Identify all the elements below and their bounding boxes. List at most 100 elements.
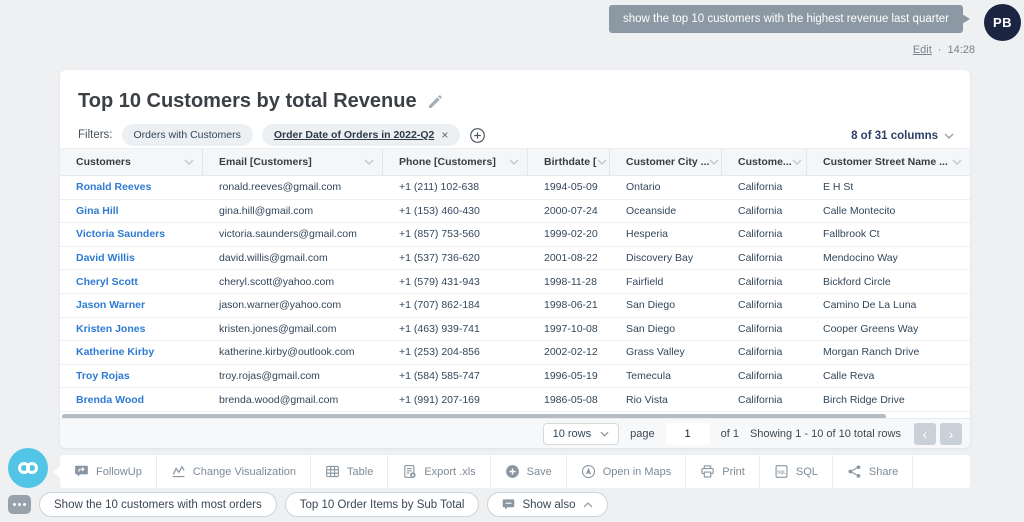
action-toolbar: FollowUp Change Visualization Table Export … bbox=[53, 455, 970, 488]
table-cell: California bbox=[738, 299, 783, 312]
page-of-label: of 1 bbox=[720, 427, 739, 440]
sql-button[interactable]: SQL SQL bbox=[760, 455, 833, 488]
export-icon bbox=[402, 464, 417, 479]
customer-link[interactable]: Ronald Reeves bbox=[76, 181, 151, 193]
chat-dots-icon[interactable] bbox=[8, 495, 31, 514]
chevron-down-icon[interactable] bbox=[596, 159, 607, 165]
table-body: Ronald Reeves ronald.reeves@gmail.com +1 (… bbox=[60, 176, 970, 412]
show-also-button[interactable]: Show also bbox=[487, 492, 608, 517]
table-cell: 2000-07-24 bbox=[544, 204, 598, 217]
remove-filter-icon[interactable]: × bbox=[441, 129, 448, 141]
table-row: Brenda Wood brenda.wood@gmail.com +1 (991)… bbox=[60, 388, 970, 412]
page-number-input[interactable] bbox=[665, 422, 710, 445]
toolbar-label: Print bbox=[722, 465, 745, 478]
filters-label: Filters: bbox=[78, 129, 113, 141]
chevron-down-icon[interactable] bbox=[952, 159, 962, 165]
table-cell: San Diego bbox=[626, 322, 676, 335]
print-button[interactable]: Print bbox=[686, 455, 760, 488]
share-icon bbox=[847, 464, 862, 479]
followup-button[interactable]: FollowUp bbox=[60, 455, 157, 488]
table-cell: E H St bbox=[823, 181, 854, 194]
table-row: Kristen Jones kristen.jones@gmail.com +1 (… bbox=[60, 318, 970, 342]
customer-link[interactable]: Jason Warner bbox=[76, 299, 145, 311]
table-cell: Oceanside bbox=[626, 204, 677, 217]
table-cell: Ontario bbox=[626, 181, 661, 194]
filter-pill-order-date[interactable]: Order Date of Orders in 2022-Q2 × bbox=[261, 124, 461, 146]
table-cell: +1 (153) 460-430 bbox=[399, 204, 480, 217]
columns-selector[interactable]: 8 of 31 columns bbox=[851, 130, 954, 142]
customer-cell: Troy Rojas bbox=[60, 370, 203, 382]
chart-line-icon bbox=[171, 464, 186, 479]
share-button[interactable]: Share bbox=[833, 455, 914, 488]
followup-icon bbox=[74, 464, 89, 479]
table-cell: California bbox=[738, 204, 783, 217]
column-header[interactable]: Customer Street Name ... bbox=[807, 149, 970, 175]
compass-icon bbox=[581, 464, 596, 479]
chevron-down-icon[interactable] bbox=[184, 159, 194, 165]
chevron-down-icon[interactable] bbox=[364, 159, 374, 165]
add-filter-button[interactable] bbox=[469, 127, 486, 144]
column-header-label: Customers bbox=[76, 156, 131, 168]
customer-cell: Victoria Saunders bbox=[60, 228, 203, 240]
save-button[interactable]: Save bbox=[491, 455, 567, 488]
speech-bubble-icon bbox=[502, 498, 515, 511]
table-cell: Camino De La Luna bbox=[823, 299, 917, 312]
table-cell: 1994-05-09 bbox=[544, 181, 598, 194]
table-cell: California bbox=[738, 252, 783, 265]
chevron-down-icon[interactable] bbox=[792, 159, 802, 165]
message-meta: Edit · 14:28 bbox=[913, 44, 975, 56]
toolbar-label: Share bbox=[868, 465, 899, 478]
column-header[interactable]: Custome... bbox=[722, 149, 807, 175]
customer-link[interactable]: David Willis bbox=[76, 252, 135, 264]
table-cell: Discovery Bay bbox=[626, 252, 694, 265]
table-cell: +1 (211) 102-638 bbox=[399, 181, 480, 194]
change-visualization-button[interactable]: Change Visualization bbox=[157, 455, 312, 488]
table-cell: Hesperia bbox=[626, 228, 669, 241]
table-row: Troy Rojas troy.rojas@gmail.com +1 (584) 5… bbox=[60, 365, 970, 389]
table-row: Jason Warner jason.warner@yahoo.com +1 (70… bbox=[60, 294, 970, 318]
column-header[interactable]: Customer City ... bbox=[610, 149, 722, 175]
report-card: Top 10 Customers by total Revenue Filter… bbox=[60, 70, 970, 448]
table-row: Gina Hill gina.hill@gmail.com +1 (153) 460… bbox=[60, 200, 970, 224]
customer-cell: Brenda Wood bbox=[60, 394, 203, 406]
pagination-bar: 10 rows page of 1 Showing 1 - 10 of 10 t… bbox=[60, 418, 970, 448]
export-xls-button[interactable]: Export .xls bbox=[388, 455, 491, 488]
customer-link[interactable]: Katherine Kirby bbox=[76, 346, 154, 358]
customer-link[interactable]: Troy Rojas bbox=[76, 370, 130, 382]
customer-link[interactable]: Brenda Wood bbox=[76, 394, 144, 406]
table-cell: troy.rojas@gmail.com bbox=[219, 370, 320, 383]
table-header-row: Customers Email [Customers] Phone [Custome… bbox=[60, 148, 970, 176]
column-header-label: Birthdate [ bbox=[544, 156, 597, 168]
customer-link[interactable]: Kristen Jones bbox=[76, 323, 145, 335]
customer-cell: Cheryl Scott bbox=[60, 276, 203, 288]
suggestion-chip-order-items[interactable]: Top 10 Order Items by Sub Total bbox=[284, 492, 480, 517]
column-header[interactable]: Birthdate [ bbox=[528, 149, 610, 175]
column-header[interactable]: Email [Customers] bbox=[203, 149, 383, 175]
column-header-label: Email [Customers] bbox=[219, 156, 312, 168]
customer-link[interactable]: Gina Hill bbox=[76, 205, 119, 217]
chevron-down-icon[interactable] bbox=[509, 159, 519, 165]
chevron-down-icon bbox=[600, 431, 609, 437]
table-button[interactable]: Table bbox=[311, 455, 389, 488]
rows-per-page-select[interactable]: 10 rows bbox=[542, 422, 620, 445]
edit-message-link[interactable]: Edit bbox=[913, 44, 932, 56]
customer-link[interactable]: Victoria Saunders bbox=[76, 228, 165, 240]
column-header[interactable]: Customers bbox=[60, 149, 203, 175]
customer-link[interactable]: Cheryl Scott bbox=[76, 276, 138, 288]
table-cell: Fairfield bbox=[626, 275, 664, 288]
filter-label: Orders with Customers bbox=[133, 129, 241, 141]
column-header[interactable]: Phone [Customers] bbox=[383, 149, 528, 175]
toolbar-label: Open in Maps bbox=[602, 465, 672, 478]
suggestion-chip-most-orders[interactable]: Show the 10 customers with most orders bbox=[39, 492, 277, 517]
open-in-maps-button[interactable]: Open in Maps bbox=[567, 455, 687, 488]
edit-title-pencil-icon[interactable] bbox=[427, 94, 443, 110]
table-cell: 1999-02-20 bbox=[544, 228, 598, 241]
filter-label: Order Date of Orders in 2022-Q2 bbox=[273, 129, 435, 141]
filter-pill-orders-with-customers[interactable]: Orders with Customers bbox=[121, 124, 253, 146]
table-cell: Mendocino Way bbox=[823, 252, 898, 265]
table-cell: Rio Vista bbox=[626, 393, 668, 406]
next-page-button[interactable]: › bbox=[940, 422, 962, 445]
chevron-down-icon[interactable] bbox=[709, 159, 719, 165]
table-cell: 1997-10-08 bbox=[544, 322, 598, 335]
prev-page-button[interactable]: ‹ bbox=[914, 422, 936, 445]
